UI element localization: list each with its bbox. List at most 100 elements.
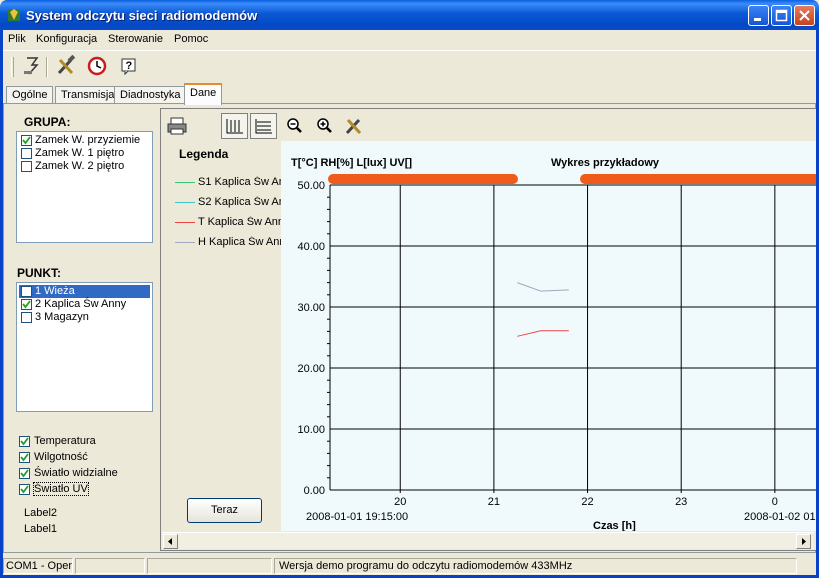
horizontal-grid-icon [255, 119, 272, 134]
tab-transmisja[interactable]: Transmisja [55, 86, 121, 104]
check-icon [20, 437, 29, 446]
status-panel-2 [75, 558, 145, 574]
checkbox[interactable] [19, 436, 30, 447]
punkt-item-label: 2 Kaplica Św Anny [35, 298, 127, 310]
list-item[interactable]: 1 Wieża [19, 285, 150, 298]
close-button[interactable] [794, 5, 815, 26]
maximize-icon [775, 9, 788, 22]
tab-dane[interactable]: Dane [184, 83, 223, 105]
x-tick-label: 22 [581, 496, 593, 508]
check-icon [20, 453, 29, 462]
legend-label: S1 Kaplica Św Anny [198, 176, 281, 188]
check-icon [22, 300, 31, 309]
tab-diadnostyka[interactable]: Diadnostyka [114, 86, 187, 104]
tab-ogolne[interactable]: Ogólne [6, 86, 54, 104]
punkt-item-checkbox[interactable] [21, 299, 32, 310]
list-item[interactable]: Zamek W. 2 piętro [19, 160, 147, 173]
list-item[interactable]: Zamek W. przyziemie [19, 134, 147, 147]
grupa-list[interactable]: Zamek W. przyziemie Zamek W. 1 piętro Za… [16, 131, 153, 243]
y-axis-label: T[°C] RH[%] L[lux] UV[] [291, 157, 412, 169]
checkbox-label: Światło UV [33, 482, 89, 496]
svg-text:?: ? [126, 60, 133, 72]
punkt-item-label: 3 Magazyn [35, 311, 89, 323]
grupa-item-checkbox[interactable] [21, 148, 32, 159]
x-tick-label: 0 [772, 496, 778, 508]
close-icon [799, 10, 810, 21]
list-item[interactable]: Zamek W. 1 piętro [19, 147, 147, 160]
maximize-button[interactable] [771, 5, 792, 26]
toolbar-separator [46, 57, 48, 77]
grupa-label: GRUPA: [24, 115, 71, 129]
print-icon[interactable] [164, 113, 191, 139]
menu-pomoc[interactable]: Pomoc [174, 33, 208, 45]
y-tick-label: 20.00 [297, 363, 325, 375]
grupa-item-checkbox[interactable] [21, 135, 32, 146]
legend-item: S1 Kaplica Św Anny [175, 176, 281, 188]
legend-label: T Kaplica Św Anny [198, 216, 281, 228]
checkbox-label: Temperatura [34, 435, 96, 447]
list-item[interactable]: 3 Magazyn [19, 311, 147, 324]
checkbox[interactable] [19, 452, 30, 463]
label1: Label1 [24, 523, 58, 535]
list-item[interactable]: 2 Kaplica Św Anny [19, 298, 147, 311]
title-bar: System odczytu sieci radiomodemów [0, 0, 819, 30]
legend-item: H Kaplica Św Anny [175, 236, 281, 248]
app-icon [8, 9, 20, 21]
y-tick-label: 50.00 [297, 180, 325, 192]
legend-swatch [175, 201, 195, 203]
checkbox[interactable] [19, 468, 30, 479]
chart-settings-icon[interactable] [341, 113, 368, 139]
legend-title: Legenda [179, 147, 229, 161]
horizontal-scrollbar[interactable] [162, 532, 814, 549]
punkt-list[interactable]: 1 Wieża 2 Kaplica Św Anny 3 Magazyn [16, 282, 153, 412]
clock-icon[interactable] [86, 55, 108, 77]
legend-swatch [175, 221, 195, 223]
chart-background [281, 141, 817, 531]
x-tick-label: 23 [675, 496, 687, 508]
menu-plik[interactable]: Plik [8, 33, 26, 45]
legend-label: H Kaplica Św Anny [198, 236, 281, 248]
settings-tools-icon[interactable] [55, 55, 77, 77]
y-tick-label: 0.00 [304, 485, 325, 497]
y-tick-label: 10.00 [297, 424, 325, 436]
punkt-item-checkbox[interactable] [21, 312, 32, 323]
legend-item: S2 Kaplica Św Anny [175, 196, 281, 208]
legend-swatch [175, 241, 195, 243]
checkbox[interactable] [19, 484, 30, 495]
label2: Label2 [24, 507, 58, 519]
x-tick-label: 21 [488, 496, 500, 508]
status-panel-3 [147, 558, 272, 574]
punkt-label: PUNKT: [17, 266, 61, 280]
vertical-grid-toggle[interactable] [221, 113, 248, 139]
punkt-item-checkbox[interactable] [21, 286, 32, 297]
teraz-button[interactable]: Teraz [187, 498, 262, 523]
minimize-icon [754, 18, 761, 21]
y-tick-label: 40.00 [297, 241, 325, 253]
help-icon[interactable]: ? [118, 55, 140, 77]
grupa-item-label: Zamek W. przyziemie [35, 134, 141, 146]
chart-plot: T[°C] RH[%] L[lux] UV[] Wykres przykładow… [281, 141, 817, 531]
grupa-item-checkbox[interactable] [21, 161, 32, 172]
status-port: COM1 - Open [3, 558, 73, 574]
window-title: System odczytu sieci radiomodemów [26, 8, 258, 23]
menu-sterowanie[interactable]: Sterowanie [108, 33, 163, 45]
x-axis-label: Czas [h] [593, 520, 636, 531]
checkbox-label: Wilgotność [34, 451, 88, 463]
connect-icon[interactable] [20, 55, 42, 77]
menu-bar: Plik Konfiguracja Sterowanie Pomoc [3, 30, 816, 49]
horizontal-grid-toggle[interactable] [250, 113, 277, 139]
scroll-left-button[interactable] [163, 534, 178, 549]
scroll-right-button[interactable] [796, 534, 811, 549]
arrow-left-icon [168, 538, 172, 545]
zoom-in-icon[interactable] [311, 113, 338, 139]
arrow-right-icon [802, 538, 806, 545]
chart-panel: Legenda S1 Kaplica Św Anny S2 Kaplica Św… [160, 108, 817, 551]
legend-item: T Kaplica Św Anny [175, 216, 281, 228]
x-end-label: 2008-01-02 01 [744, 511, 816, 523]
grupa-item-label: Zamek W. 2 piętro [35, 160, 125, 172]
zoom-out-icon[interactable] [281, 113, 308, 139]
minimize-button[interactable] [748, 5, 769, 26]
toolbar-grip [11, 57, 14, 77]
check-icon [22, 136, 31, 145]
menu-konfiguracja[interactable]: Konfiguracja [36, 33, 97, 45]
